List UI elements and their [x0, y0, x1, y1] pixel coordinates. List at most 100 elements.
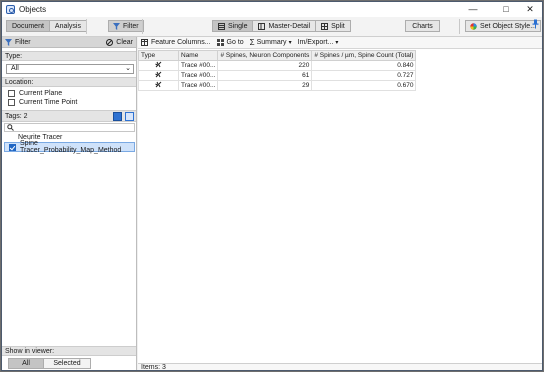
funnel-icon [113, 22, 120, 30]
filter-toggle-label: Filter [123, 22, 139, 30]
split-layout-icon [321, 22, 329, 30]
current-time-point-label: Current Time Point [19, 99, 78, 106]
spine-object-icon [155, 71, 162, 80]
tag-search-input[interactable] [4, 123, 135, 132]
type-cell [138, 70, 179, 81]
name-cell: Trace #00... [177, 60, 219, 71]
show-in-viewer-heading: Show in viewer: [2, 346, 136, 356]
go-to-button[interactable]: Go to [214, 37, 247, 48]
filter-panel: Filter Clear Type: All ⌄ Location: Curre… [2, 37, 137, 370]
spines-cell: 61 [217, 70, 313, 81]
maximize-button[interactable]: □ [494, 2, 518, 17]
objects-grid-area: Feature Columns... Go to Σ Summary Im/Ex… [138, 37, 542, 370]
charts-button[interactable]: Charts [405, 20, 440, 32]
minimize-button[interactable]: — [461, 2, 485, 17]
table-row[interactable]: Trace #00... 61 0.727 [138, 70, 417, 81]
import-export-label: Im/Export... [297, 39, 334, 46]
view-tab-group: Document Analysis [6, 20, 87, 32]
feature-columns-label: Feature Columns... [151, 39, 211, 46]
spines-per-um-cell: 0.727 [311, 70, 417, 81]
grid-toolbar: Feature Columns... Go to Σ Summary Im/Ex… [138, 37, 542, 49]
spine-object-icon [155, 81, 162, 90]
current-time-point-checkbox[interactable] [8, 99, 15, 106]
tab-document[interactable]: Document [7, 21, 50, 31]
filter-panel-header: Filter Clear [2, 37, 136, 48]
location-option-current-time-point[interactable]: Current Time Point [8, 98, 77, 107]
color-wheel-icon [470, 22, 477, 30]
spines-per-um-cell: 0.840 [311, 60, 417, 71]
tag-item-spine-tracer[interactable]: Spine Tracer_Probability_Map_Method [4, 140, 135, 154]
layout-single[interactable]: Single [213, 21, 254, 31]
current-plane-label: Current Plane [19, 90, 63, 97]
show-selected-button[interactable]: Selected [44, 359, 90, 368]
toolbar-divider [86, 19, 87, 34]
window-title: Objects [19, 5, 47, 14]
layout-split[interactable]: Split [316, 21, 350, 31]
set-object-style-button[interactable]: Set Object Style... [465, 20, 542, 32]
location-option-current-plane[interactable]: Current Plane [8, 89, 62, 98]
objects-window: Objects — □ ✕ Document Analysis Filter S… [1, 1, 543, 371]
show-all-button[interactable]: All [9, 359, 44, 368]
tag-list: Neurite Tracer Spine Tracer_Probability_… [4, 133, 135, 154]
layout-master-detail[interactable]: Master-Detail [253, 21, 317, 31]
toolbar-divider [142, 19, 143, 34]
spine-tracer-label: Spine Tracer_Probability_Map_Method [20, 140, 122, 154]
toolbar-divider [459, 19, 460, 34]
go-to-label: Go to [226, 39, 244, 46]
current-plane-checkbox[interactable] [8, 90, 15, 97]
tab-analysis[interactable]: Analysis [50, 21, 86, 31]
import-export-dropdown[interactable]: Im/Export... [295, 37, 342, 48]
columns-icon [141, 39, 148, 46]
search-icon [7, 124, 14, 133]
layout-master-detail-label: Master-Detail [268, 22, 311, 30]
status-bar: Items: 3 [138, 363, 542, 370]
column-header-spines-per-um[interactable]: # Spines / µm, Spine Count (Total) [311, 50, 417, 61]
layout-split-label: Split [331, 22, 345, 30]
tag-view-grid-icon[interactable] [125, 112, 134, 121]
type-select-value: All [11, 65, 19, 72]
main-toolbar: Document Analysis Filter Single Master-D… [2, 17, 542, 37]
master-detail-icon [258, 22, 266, 30]
tag-view-list-icon[interactable] [113, 112, 122, 121]
table-header-row: Type Name # Spines, Neuron Components # … [138, 50, 417, 61]
column-header-type[interactable]: Type [138, 50, 179, 61]
filter-panel-title: Filter [15, 38, 31, 46]
tags-count-label: Tags: 2 [5, 113, 28, 120]
layout-option-group: Single Master-Detail Split [212, 20, 351, 32]
column-header-spines[interactable]: # Spines, Neuron Components [217, 50, 313, 61]
summary-dropdown[interactable]: Σ Summary [247, 37, 295, 48]
grid-icon [216, 39, 224, 46]
column-header-name[interactable]: Name [177, 50, 219, 61]
feature-columns-button[interactable]: Feature Columns... [138, 37, 214, 48]
spines-cell: 29 [217, 80, 313, 91]
single-layout-icon [218, 22, 225, 30]
app-icon [6, 5, 15, 14]
type-section-heading: Type: [2, 51, 136, 61]
show-in-viewer-toggle: All Selected [8, 358, 91, 369]
set-object-style-label: Set Object Style... [480, 22, 537, 30]
type-cell [138, 80, 179, 91]
objects-table: Type Name # Spines, Neuron Components # … [138, 50, 417, 91]
chevron-down-icon: ⌄ [125, 65, 131, 72]
summary-label: Summary [256, 39, 287, 46]
close-button[interactable]: ✕ [518, 2, 542, 17]
spine-tracer-checkbox[interactable] [9, 143, 16, 151]
pin-icon[interactable] [532, 19, 539, 29]
title-bar: Objects — □ ✕ [2, 2, 542, 17]
location-section-heading: Location: [2, 77, 136, 87]
clear-filter-button[interactable]: Clear [106, 38, 133, 46]
spine-object-icon [155, 61, 162, 70]
spines-cell: 220 [217, 60, 313, 71]
spines-per-um-cell: 0.670 [311, 80, 417, 91]
name-cell: Trace #00... [177, 80, 219, 91]
type-select[interactable]: All ⌄ [6, 64, 134, 74]
funnel-icon [5, 38, 12, 46]
sigma-icon: Σ [249, 38, 255, 47]
clear-filter-label: Clear [116, 38, 133, 46]
layout-single-label: Single [228, 22, 248, 30]
name-cell: Trace #00... [177, 70, 219, 81]
table-row[interactable]: Trace #00... 29 0.670 [138, 80, 417, 91]
tags-section-heading: Tags: 2 [2, 110, 136, 122]
table-row[interactable]: Trace #00... 220 0.840 [138, 60, 417, 71]
filter-toggle-button[interactable]: Filter [108, 20, 144, 32]
